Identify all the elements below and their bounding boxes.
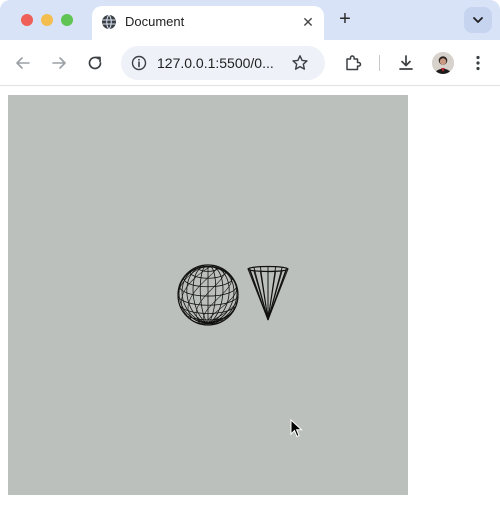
star-icon[interactable] bbox=[291, 54, 309, 72]
tab-search-button[interactable] bbox=[464, 7, 492, 33]
new-tab-button[interactable]: + bbox=[336, 9, 354, 29]
close-tab-button[interactable]: ✕ bbox=[300, 14, 316, 30]
cone-edge bbox=[259, 266, 269, 321]
tab-document[interactable]: Document ✕ bbox=[92, 6, 324, 40]
sphere-longitude bbox=[207, 265, 217, 324]
download-icon[interactable] bbox=[396, 53, 416, 73]
more-vert-icon[interactable] bbox=[468, 53, 488, 73]
info-icon[interactable] bbox=[131, 55, 147, 71]
toolbar-divider bbox=[379, 55, 380, 71]
webgl-canvas[interactable] bbox=[8, 95, 408, 495]
cone-edge bbox=[249, 267, 269, 321]
tab-strip: Document ✕ + bbox=[0, 0, 500, 40]
minimize-window-button[interactable] bbox=[41, 14, 53, 26]
mouse-cursor-icon bbox=[290, 419, 303, 438]
wireframe-cone bbox=[247, 265, 289, 321]
arrow-left-icon[interactable] bbox=[13, 53, 33, 73]
profile-photo-icon bbox=[432, 52, 454, 74]
address-bar[interactable]: 127.0.0.1:5500/0... bbox=[121, 46, 325, 80]
chevron-down-icon bbox=[473, 17, 483, 23]
reload-icon[interactable] bbox=[85, 53, 105, 73]
puzzle-icon[interactable] bbox=[343, 53, 363, 73]
page-content bbox=[0, 87, 500, 510]
tab-title: Document bbox=[125, 14, 185, 29]
cone-edge bbox=[267, 266, 277, 321]
arrow-right-icon[interactable] bbox=[49, 53, 69, 73]
toolbar: 127.0.0.1:5500/0... bbox=[0, 40, 500, 86]
url-text: 127.0.0.1:5500/0... bbox=[157, 55, 274, 71]
close-window-button[interactable] bbox=[21, 14, 33, 26]
maximize-window-button[interactable] bbox=[61, 14, 73, 26]
wireframe-sphere bbox=[177, 264, 239, 326]
scene-drawing bbox=[177, 264, 289, 326]
globe-icon bbox=[102, 14, 116, 30]
cone-edge bbox=[267, 267, 287, 321]
avatar[interactable] bbox=[432, 52, 454, 74]
browser-window: Document ✕ + 127.0.0.1:5500/0... bbox=[0, 0, 500, 510]
